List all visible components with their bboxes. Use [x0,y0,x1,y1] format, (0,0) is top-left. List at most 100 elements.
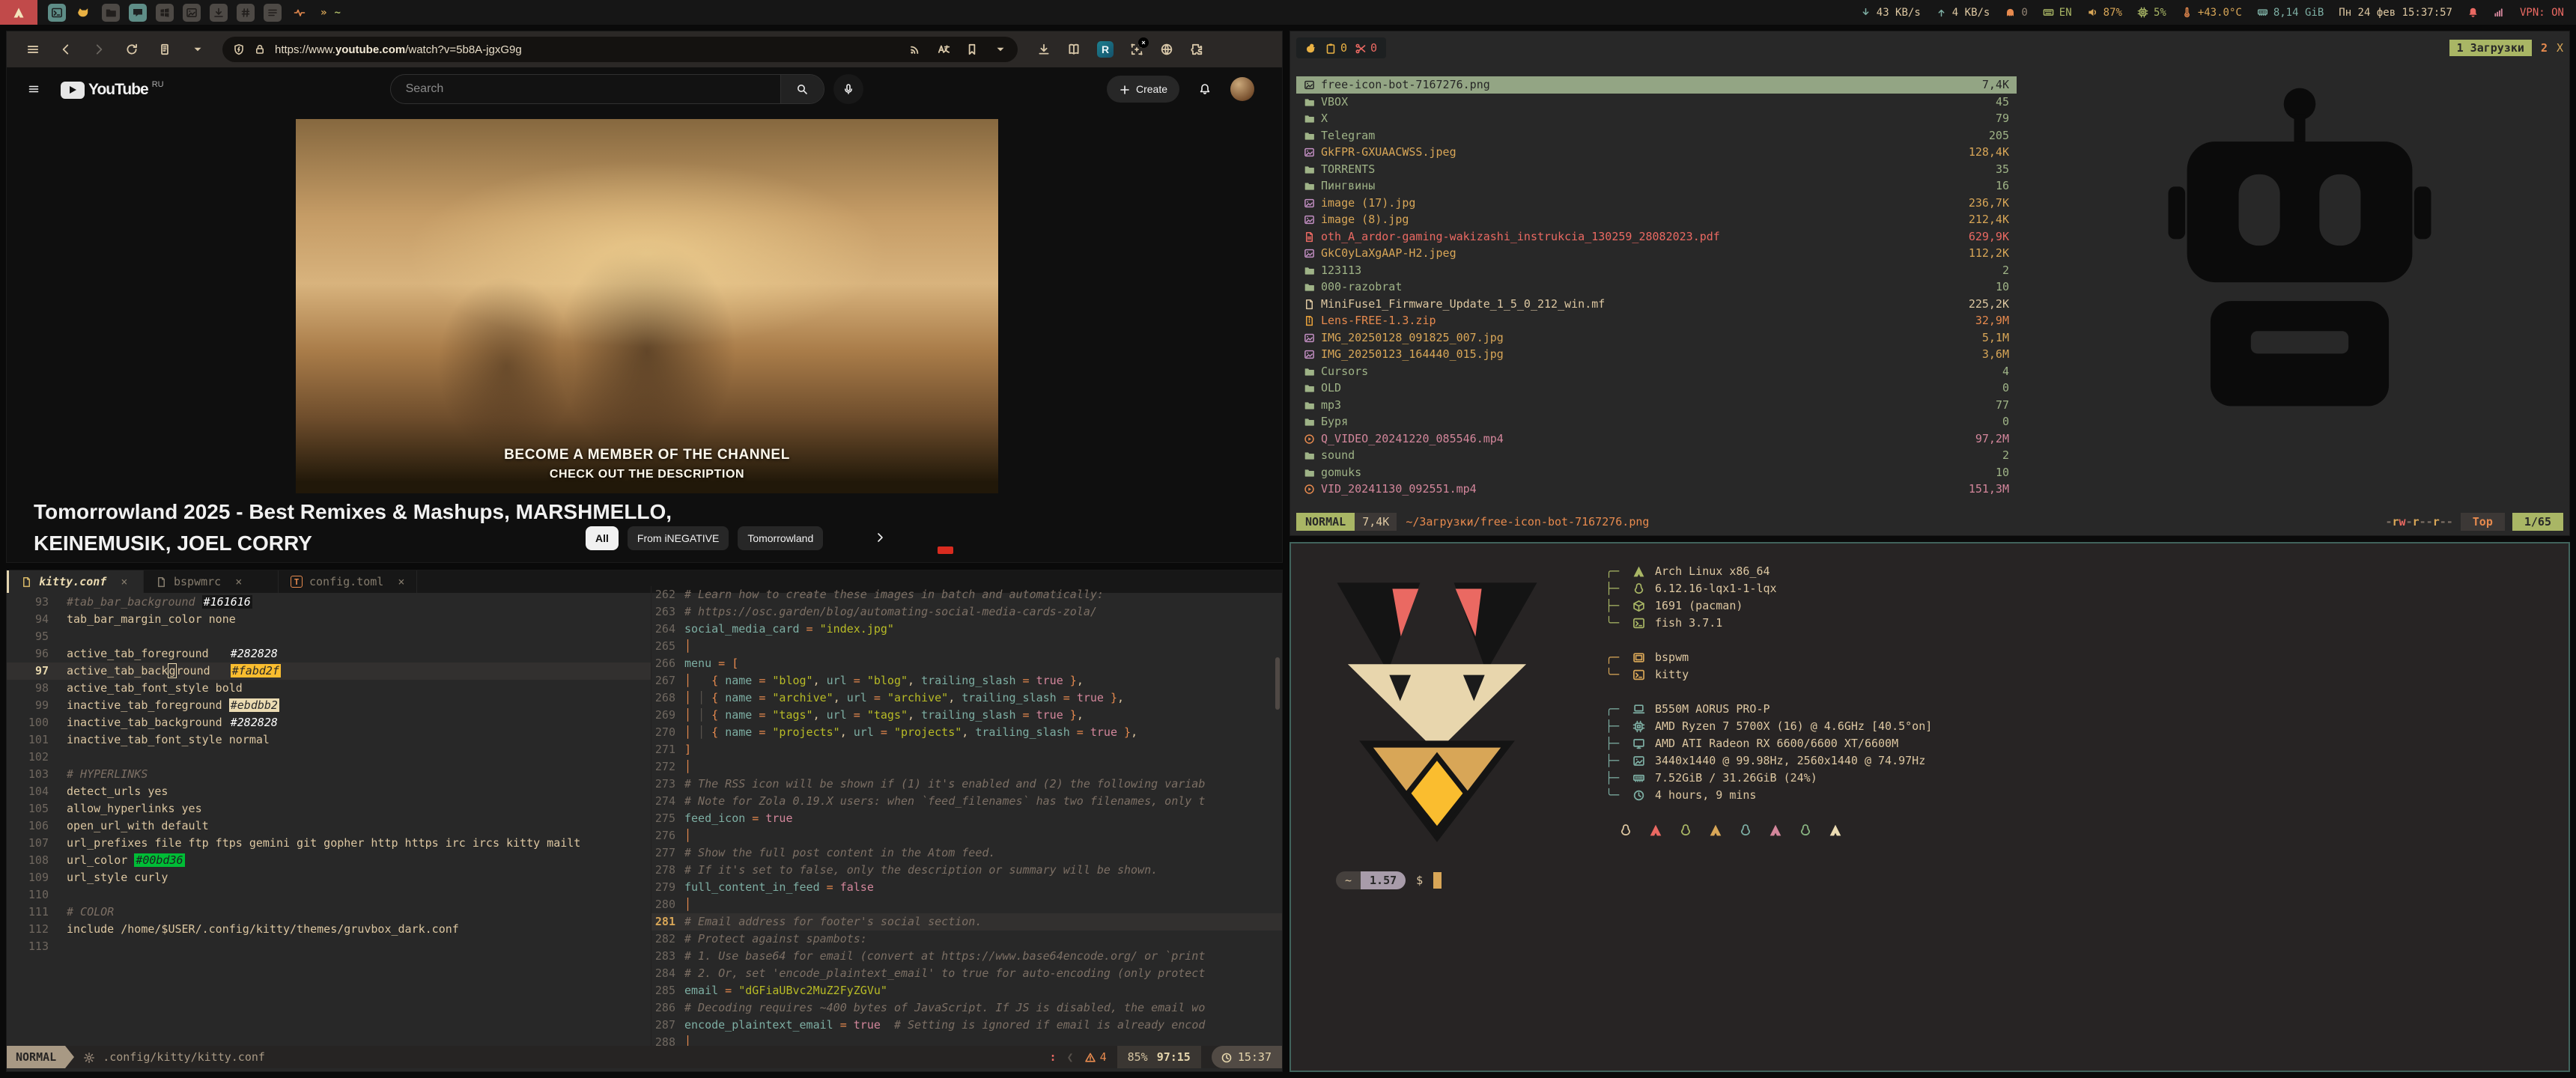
code-line-98[interactable]: 98active_tab_font_style bold [7,680,651,697]
workspace-chat-icon[interactable] [129,4,147,22]
hamburger-icon[interactable] [26,43,40,56]
close-icon[interactable]: × [121,575,127,588]
code-line-108[interactable]: 108url_color #00bd36 [7,852,651,869]
code-line-274[interactable]: 274# Note for Zola 0.19.X users: when `f… [651,793,1282,810]
search-button[interactable] [780,74,824,104]
code-line-113[interactable]: 113 [7,938,651,955]
file-row-Q_VIDEO_20241220_085546.mp4[interactable]: Q_VIDEO_20241220_085546.mp497,2M [1296,430,2017,448]
url-text[interactable]: https://www.youtube.com/watch?v=5b8A-jgx… [275,43,899,56]
file-row-Cursors[interactable]: Cursors4 [1296,363,2017,380]
editor-pane-config-toml[interactable]: 262# Learn how to create these images in… [651,586,1282,1046]
file-row-Буря[interactable]: Буря0 [1296,413,2017,430]
file-row-Пингвины[interactable]: Пингвины16 [1296,177,2017,195]
code-line-264[interactable]: 264social_media_card = "index.jpg" [651,621,1282,638]
tab-2-number[interactable]: 2 [2541,41,2548,55]
crop-icon[interactable]: × [1130,43,1143,56]
code-line-101[interactable]: 101inactive_tab_font_style normal [7,731,651,749]
workspace-hash-icon[interactable] [237,4,255,22]
close-icon[interactable]: × [235,575,242,588]
rext-icon[interactable]: R [1097,41,1114,58]
code-line-95[interactable]: 95 [7,628,651,645]
file-row-Lens-FREE-1.3.zip[interactable]: Lens-FREE-1.3.zip32,9M [1296,312,2017,329]
code-line-272[interactable]: 272│ [651,758,1282,776]
code-line-99[interactable]: 99inactive_tab_foreground #ebdbb2 [7,697,651,714]
code-line-268[interactable]: 268│ │ { name = "archive", url = "archiv… [651,689,1282,707]
file-row-X[interactable]: X79 [1296,110,2017,127]
workspace-download-icon[interactable] [210,4,228,22]
buffer-tab-kitty.conf[interactable]: kitty.conf× [9,570,144,593]
video-player[interactable]: BECOME A MEMBER OF THE CHANNEL CHECK OUT… [296,119,998,493]
tab-downloads[interactable]: 1 Загрузки [2449,40,2532,56]
code-line-110[interactable]: 110 [7,886,651,904]
workspace-cat-icon[interactable] [75,4,93,22]
code-line-105[interactable]: 105allow_hyperlinks yes [7,800,651,817]
code-line-273[interactable]: 273# The RSS icon will be shown if (1) i… [651,776,1282,793]
workspace-terminal-icon[interactable] [48,4,66,22]
file-row-GkFPR-GXUAACWSS.jpeg[interactable]: GkFPR-GXUAACWSS.jpeg128,4K [1296,144,2017,161]
code-line-283[interactable]: 283# 1. Use base64 for email (convert at… [651,948,1282,965]
code-line-267[interactable]: 267│ { name = "blog", url = "blog", trai… [651,672,1282,689]
code-line-266[interactable]: 266menu = [ [651,655,1282,672]
code-line-103[interactable]: 103# HYPERLINKS [7,766,651,783]
chip-tomorrowland[interactable]: Tomorrowland [738,526,823,550]
editor-pane-kitty-conf[interactable]: 93#tab_bar_background #16161694tab_bar_m… [7,594,651,1046]
workspace-media-icon[interactable] [183,4,201,22]
globe-icon[interactable] [1160,43,1173,56]
file-row-GkC0yLaXgAAP-H2.jpeg[interactable]: GkC0yLaXgAAP-H2.jpeg112,2K [1296,245,2017,262]
code-line-285[interactable]: 285email = "dGFiaUBvc2MuZ2FyZGVu" [651,982,1282,999]
file-row-free-icon-bot-7167276.png[interactable]: free-icon-bot-7167276.png7,4K [1296,76,2017,94]
code-line-100[interactable]: 100inactive_tab_background #282828 [7,714,651,731]
file-row-000-razobrat[interactable]: 000-razobrat10 [1296,278,2017,296]
code-line-269[interactable]: 269│ │ { name = "tags", url = "tags", tr… [651,707,1282,724]
launcher-arch-icon[interactable] [0,0,37,25]
file-row-image (17).jpg[interactable]: image (17).jpg236,7K [1296,195,2017,212]
code-line-282[interactable]: 282# Protect against spambots: [651,931,1282,948]
url-bar[interactable]: https://www.youtube.com/watch?v=5b8A-jgx… [222,37,1018,62]
code-line-97[interactable]: 97active_tab_background #fabd2f [7,663,651,680]
code-line-109[interactable]: 109url_style curly [7,869,651,886]
chev-left-icon[interactable] [59,43,73,56]
tab-2-label[interactable]: X [2557,41,2563,55]
file-row-IMG_20250123_164440_015.jpg[interactable]: IMG_20250123_164440_015.jpg3,6M [1296,346,2017,363]
code-line-263[interactable]: 263# https://osc.garden/blog/automating-… [651,603,1282,621]
puzzle-icon[interactable] [1190,43,1203,56]
translate-icon[interactable] [937,43,950,56]
scrollbar-thumb[interactable] [1275,657,1280,710]
sidebar-icon[interactable] [158,43,171,56]
rss-icon[interactable] [908,43,922,56]
code-line-104[interactable]: 104detect_urls yes [7,783,651,800]
yt-menu-icon[interactable] [28,82,40,96]
code-line-281[interactable]: 281# Email address for footer's social s… [651,913,1282,931]
code-line-275[interactable]: 275feed_icon = true [651,810,1282,827]
create-button[interactable]: Create [1107,76,1179,103]
code-line-106[interactable]: 106open_url_with default [7,817,651,835]
voice-search-button[interactable] [833,74,863,104]
file-row-IMG_20250128_091825_007.jpg[interactable]: IMG_20250128_091825_007.jpg5,1M [1296,329,2017,347]
youtube-logo[interactable]: YouTube RU [61,80,164,99]
buffer-tab-bspwmrc[interactable]: bspwmrc× [144,570,279,593]
terminal-window[interactable]: ╭─Arch Linux x86_64├─6.12.16-lqx1-1-lqx├… [1289,542,2570,1072]
file-row-VBOX[interactable]: VBOX45 [1296,94,2017,111]
buffer-tab-config.toml[interactable]: Tconfig.toml× [279,570,417,593]
chips-scroll-chevron-icon[interactable] [874,529,886,543]
code-line-277[interactable]: 277# Show the full post content in the A… [651,844,1282,862]
code-line-278[interactable]: 278# If it's set to false, only the desc… [651,862,1282,879]
book-icon[interactable] [1067,43,1081,56]
file-row-mp3[interactable]: mp377 [1296,397,2017,414]
code-line-107[interactable]: 107url_prefixes file ftp ftps gemini git… [7,835,651,852]
code-line-286[interactable]: 286# Decoding requires ~400 bytes of Jav… [651,999,1282,1017]
file-row-image (8).jpg[interactable]: image (8).jpg212,4K [1296,211,2017,228]
file-row-Telegram[interactable]: Telegram205 [1296,127,2017,144]
file-row-MiniFuse1_Firmware_Update_1_5_0_212_win.mf[interactable]: MiniFuse1_Firmware_Update_1_5_0_212_win.… [1296,296,2017,313]
caret-icon[interactable] [994,43,1007,56]
code-line-93[interactable]: 93#tab_bar_background #161616 [7,594,651,611]
workspace-folder-icon[interactable] [102,4,120,22]
file-row-TORRENTS[interactable]: TORRENTS35 [1296,161,2017,178]
shell-prompt[interactable]: ~ 1.57 $ [1336,871,1442,889]
notifications-bell-icon[interactable] [1199,82,1211,96]
workspace-windows-icon[interactable] [156,4,174,22]
chip-all[interactable]: All [586,526,619,550]
avatar[interactable] [1230,77,1254,101]
code-line-287[interactable]: 287encode_plaintext_email = true # Setti… [651,1017,1282,1034]
workspace-pulse-icon[interactable] [291,4,309,22]
